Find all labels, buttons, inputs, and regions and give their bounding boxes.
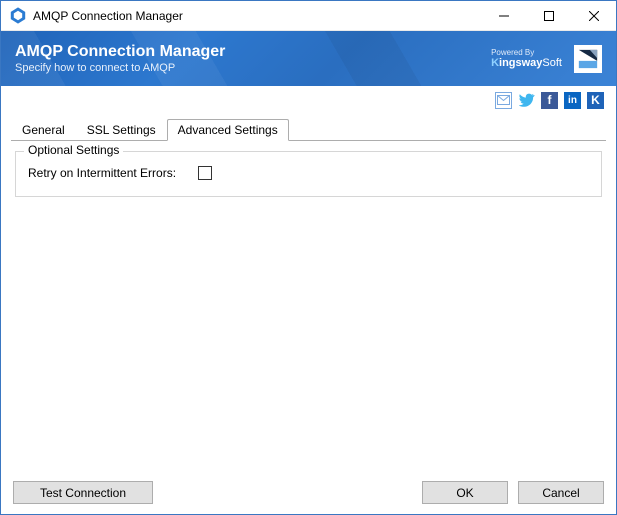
tab-ssl-settings[interactable]: SSL Settings [76, 119, 167, 141]
window-title: AMQP Connection Manager [33, 9, 481, 23]
brand-kingswaysoft: Powered By KKingswaySoftingswaySoft [491, 49, 562, 69]
maximize-button[interactable] [526, 1, 571, 30]
maximize-icon [544, 11, 554, 21]
footer: Test Connection OK Cancel [1, 473, 616, 514]
kingswaysoft-icon[interactable]: K [587, 92, 604, 109]
retry-label: Retry on Intermittent Errors: [28, 166, 198, 180]
brand-logo-icon [574, 45, 602, 73]
test-connection-button[interactable]: Test Connection [13, 481, 153, 504]
tab-general[interactable]: General [11, 119, 76, 141]
retry-row: Retry on Intermittent Errors: [28, 166, 589, 180]
tab-strip: General SSL Settings Advanced Settings [1, 118, 616, 140]
banner-subtitle: Specify how to connect to AMQP [15, 62, 491, 74]
optional-settings-group: Optional Settings Retry on Intermittent … [15, 151, 602, 197]
tab-content: Optional Settings Retry on Intermittent … [1, 141, 616, 473]
banner-title: AMQP Connection Manager [15, 43, 491, 61]
close-button[interactable] [571, 1, 616, 30]
app-icon [9, 7, 27, 25]
banner: AMQP Connection Manager Specify how to c… [1, 31, 616, 86]
ok-button[interactable]: OK [422, 481, 508, 504]
social-bar: f in K [1, 86, 616, 114]
tab-advanced-settings[interactable]: Advanced Settings [167, 119, 289, 141]
twitter-icon[interactable] [518, 92, 535, 109]
brand-area: Powered By KKingswaySoftingswaySoft [491, 45, 602, 73]
minimize-icon [499, 11, 509, 21]
email-icon[interactable] [495, 92, 512, 109]
brand-name: KKingswaySoftingswaySoft [491, 58, 562, 69]
banner-text: AMQP Connection Manager Specify how to c… [15, 43, 491, 75]
powered-by-label: Powered By [491, 49, 534, 57]
titlebar: AMQP Connection Manager [1, 1, 616, 31]
cancel-button[interactable]: Cancel [518, 481, 604, 504]
linkedin-icon[interactable]: in [564, 92, 581, 109]
facebook-icon[interactable]: f [541, 92, 558, 109]
minimize-button[interactable] [481, 1, 526, 30]
close-icon [589, 11, 599, 21]
window-controls [481, 1, 616, 30]
optional-settings-legend: Optional Settings [24, 143, 123, 157]
retry-checkbox[interactable] [198, 166, 212, 180]
